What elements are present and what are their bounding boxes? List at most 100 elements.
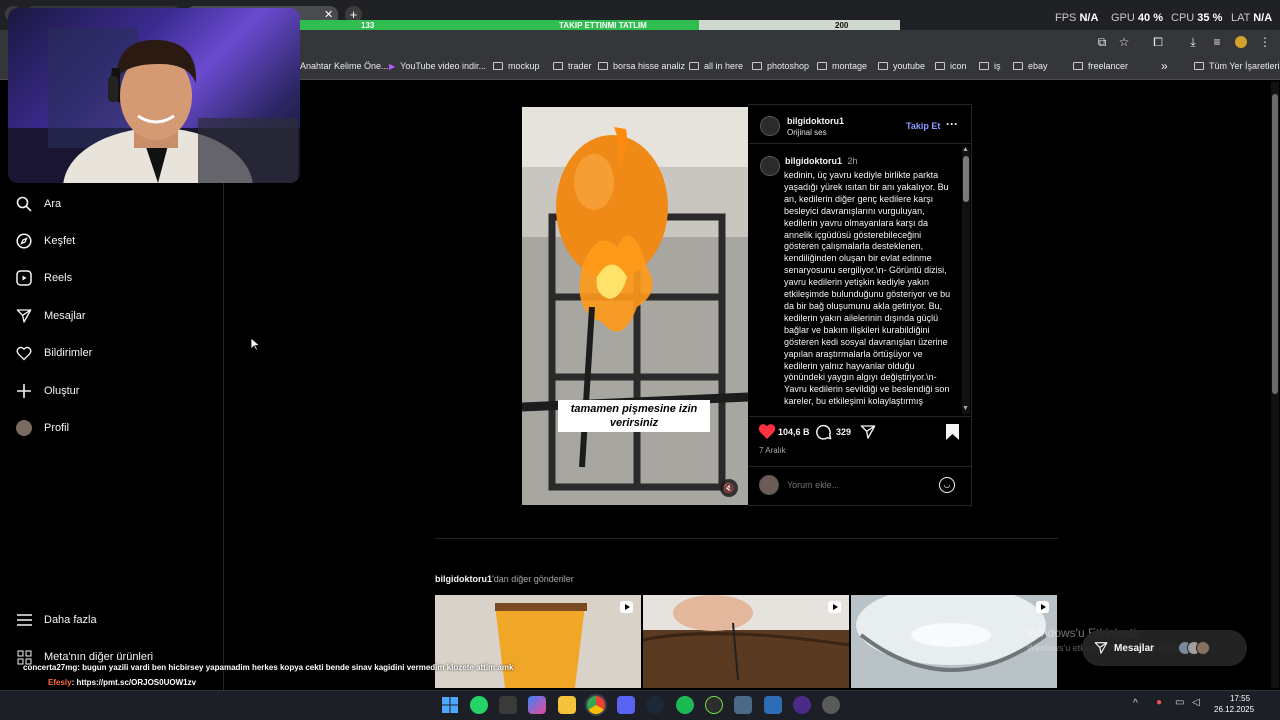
discord-icon[interactable]	[617, 696, 635, 714]
download-icon[interactable]: ⤓	[1185, 34, 1201, 50]
sidebar-item-label: Meta'nın diğer ürünleri	[44, 651, 154, 663]
caption-username[interactable]: bilgidoktoru1	[785, 156, 842, 166]
follow-button[interactable]: Takip Et	[906, 121, 940, 131]
bookmark-label: mockup	[508, 61, 540, 71]
bookmark-item[interactable]: ▶ YouTube video indir...	[389, 61, 486, 71]
post-author-username[interactable]: bilgidoktoru1	[787, 116, 844, 126]
bookmark-label: freelancer	[1088, 61, 1129, 71]
bookmark-item[interactable]: icon	[935, 61, 967, 71]
chat-username: Efesly	[48, 678, 72, 687]
bookmark-label: trader	[568, 61, 592, 71]
more-post-thumbnail[interactable]	[643, 595, 849, 688]
more-options-icon[interactable]: ···	[946, 117, 958, 131]
bookmarks-overflow-icon[interactable]: »	[1161, 59, 1168, 73]
caption-scrollbar-thumb[interactable]	[963, 156, 969, 202]
all-bookmarks-link[interactable]: Tüm Yer İşaretleri	[1194, 61, 1280, 71]
media-control-icon[interactable]: ≡	[1209, 34, 1225, 50]
obs-icon[interactable]	[793, 696, 811, 714]
file-explorer-icon[interactable]	[558, 696, 576, 714]
chrome-icon[interactable]	[587, 696, 605, 714]
store-icon[interactable]	[499, 696, 517, 714]
extensions-icon[interactable]: ⧠	[1150, 34, 1166, 50]
comment-divider	[749, 466, 971, 467]
profile-avatar-icon[interactable]	[1233, 34, 1249, 50]
sidebar-item-label: Profil	[44, 422, 70, 434]
upwork-icon[interactable]	[705, 696, 723, 714]
sidebar-item-search[interactable]: Ara	[16, 196, 61, 212]
bookmark-item[interactable]: youtube	[878, 61, 925, 71]
sidebar-item-avatar[interactable]: Profil	[16, 420, 69, 436]
copilot-icon[interactable]	[528, 696, 546, 714]
comment-icon[interactable]	[816, 424, 832, 445]
more-post-thumbnail[interactable]	[851, 595, 1057, 688]
browser-menu-icon[interactable]: ⋮	[1257, 34, 1273, 50]
like-count[interactable]: 104,6 B	[778, 427, 810, 437]
save-icon[interactable]	[946, 424, 959, 445]
folder-icon	[1073, 62, 1083, 70]
photos-icon[interactable]	[764, 696, 782, 714]
tray-overflow-icon[interactable]: ^	[1133, 698, 1138, 709]
whatsapp-icon[interactable]	[470, 696, 488, 714]
mute-icon[interactable]: 🔇	[720, 479, 738, 497]
bookmark-item[interactable]: ebay	[1013, 61, 1048, 71]
microphone-icon[interactable]: ●	[1156, 697, 1162, 708]
more-posts-user[interactable]: bilgidoktoru1	[435, 574, 492, 584]
bookmark-item[interactable]: trader	[553, 61, 592, 71]
search-icon	[16, 196, 32, 212]
message-avatars	[1178, 641, 1211, 655]
windows-start-icon[interactable]	[441, 696, 459, 714]
like-icon[interactable]	[758, 423, 776, 445]
messages-float-button[interactable]: Mesajlar	[1082, 630, 1247, 666]
heart-icon	[16, 345, 32, 361]
post-video[interactable]: tamamen pişmesine izin verirsiniz 🔇	[522, 107, 748, 505]
sidebar-item-label: Keşfet	[44, 235, 76, 247]
bookmark-item[interactable]: Anahtar Kelime Öne...	[300, 61, 389, 71]
caption-author-avatar[interactable]	[760, 156, 780, 176]
scroll-up-icon[interactable]: ▲	[962, 146, 969, 153]
volume-icon[interactable]: ◁	[1192, 697, 1200, 708]
bookmark-label: montage	[832, 61, 868, 71]
lat-label: LAT	[1231, 12, 1251, 24]
share-icon[interactable]	[860, 424, 876, 445]
bookmark-item[interactable]: mockup	[493, 61, 540, 71]
sidebar-item-compass[interactable]: Keşfet	[16, 233, 75, 249]
bookmark-item[interactable]: freelancer	[1073, 61, 1128, 71]
fps-stat: FPS N/A	[1055, 12, 1098, 24]
post-author-avatar[interactable]	[760, 116, 780, 136]
chat-message: Efesly: https://pmt.sc/ORJOS0UOW1zv	[48, 678, 196, 687]
sidebar-item-label: Mesajlar	[44, 310, 86, 322]
bookmark-item[interactable]: iş	[979, 61, 1001, 71]
install-app-icon[interactable]: ⧉	[1094, 34, 1110, 50]
bookmark-item[interactable]: all in here	[689, 61, 743, 71]
folder-icon	[1013, 62, 1023, 70]
emoji-icon[interactable]: ◡	[939, 477, 955, 493]
bookmark-item[interactable]: montage	[817, 61, 867, 71]
settings-icon[interactable]	[822, 696, 840, 714]
clock-time[interactable]: 17:55	[1230, 694, 1250, 703]
bookmark-item[interactable]: photoshop	[752, 61, 809, 71]
sidebar-item-plus[interactable]: Oluştur	[16, 383, 79, 399]
all-bookmarks-label: Tüm Yer İşaretleri	[1209, 61, 1280, 71]
network-icon[interactable]: ▭	[1175, 697, 1184, 708]
comment-count[interactable]: 329	[836, 427, 851, 437]
avatar-icon	[16, 420, 32, 436]
sidebar-item-more[interactable]: Daha fazla	[16, 612, 97, 628]
post-audio[interactable]: Orijinal ses	[787, 128, 827, 137]
spotify-icon[interactable]	[676, 696, 694, 714]
bookmark-item[interactable]: borsa hisse analiz	[598, 61, 685, 71]
page-scrollbar-thumb[interactable]	[1272, 94, 1278, 394]
comment-input[interactable]	[787, 478, 927, 492]
sidebar-item-send[interactable]: Mesajlar	[16, 308, 86, 324]
sidebar-item-heart[interactable]: Bildirimler	[16, 345, 92, 361]
app-icon[interactable]	[734, 696, 752, 714]
hamburger-icon	[16, 612, 32, 628]
folder-icon	[752, 62, 762, 70]
bookmark-star-icon[interactable]: ☆	[1116, 34, 1132, 50]
clock-date[interactable]: 26.12.2025	[1214, 705, 1254, 714]
scroll-down-icon[interactable]: ▼	[962, 405, 969, 412]
reels-icon	[16, 270, 32, 286]
more-post-thumbnail[interactable]	[435, 595, 641, 688]
streamer-webcam-image	[8, 28, 300, 183]
steam-icon[interactable]	[646, 696, 664, 714]
sidebar-item-reels[interactable]: Reels	[16, 270, 72, 286]
